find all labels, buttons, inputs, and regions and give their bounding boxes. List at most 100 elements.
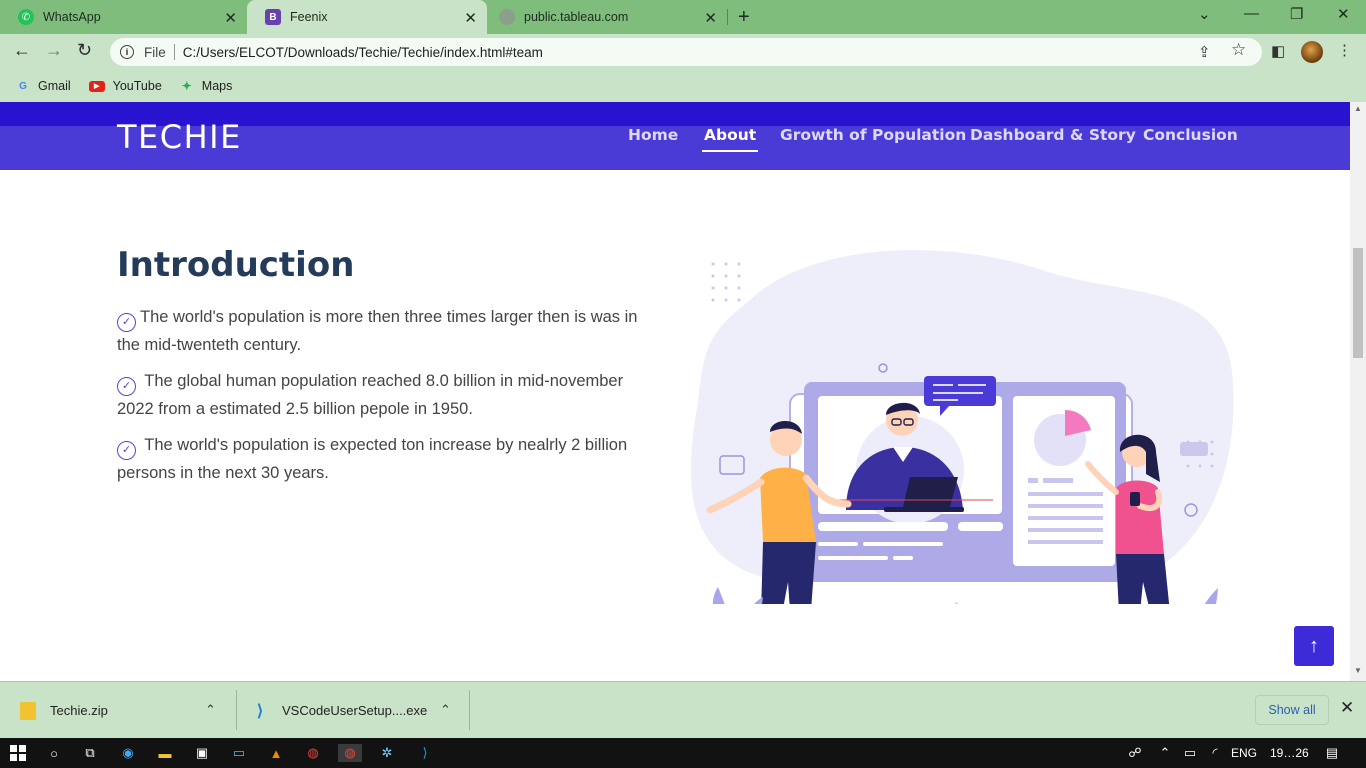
download-shelf: Techie.zip ⌃ ⟩ VSCodeUserSetup....exe ⌃ … (0, 681, 1366, 738)
nav-conclusion[interactable]: Conclusion (1143, 126, 1238, 144)
snipping-tool-icon[interactable]: ✲ (378, 744, 396, 762)
bookmark-label: Maps (201, 79, 233, 93)
minimize-icon[interactable]: — (1244, 5, 1259, 22)
close-icon[interactable]: ✕ (704, 9, 717, 27)
tab-feenix[interactable]: B Feenix ✕ (247, 0, 487, 34)
monitor-app-icon[interactable]: ▭ (230, 744, 248, 762)
download-item[interactable]: Techie.zip ⌃ (20, 682, 234, 739)
arrow-up-icon: ↑ (1309, 634, 1319, 657)
section-title: Introduction (117, 245, 355, 285)
bookmark-youtube[interactable]: ▶ YouTube (88, 79, 162, 93)
avatar[interactable] (1301, 41, 1323, 63)
taskbar: ○ ⧉ ◉ ▬ ▣ ▭ ▲ ◍ ◍ ✲ ⟩ ☍ ⌃ ▭ ◜ ENG 19…26 … (0, 738, 1366, 768)
chevron-up-icon[interactable]: ⌃ (1156, 744, 1174, 762)
google-icon: G (19, 80, 27, 92)
bootstrap-icon: B (265, 9, 281, 25)
intro-point-text: The world's population is expected ton i… (117, 436, 628, 482)
bookmark-maps[interactable]: ✦ Maps (180, 79, 233, 93)
site-info-icon[interactable]: i (120, 45, 134, 59)
intro-point: ✓ The global human population reached 8.… (117, 368, 662, 422)
download-filename: Techie.zip (50, 703, 108, 718)
scrollbar-thumb[interactable] (1353, 248, 1363, 358)
tab-divider (727, 9, 728, 25)
site-logo[interactable]: TECHIE (117, 118, 242, 156)
clock[interactable]: 19…26 (1270, 746, 1309, 760)
whatsapp-icon: ✆ (18, 9, 34, 25)
close-icon[interactable]: ✕ (464, 9, 477, 27)
page-scrollbar[interactable]: ▲ ▼ (1350, 102, 1366, 681)
reload-icon[interactable]: ↻ (77, 40, 92, 61)
site-navbar: TECHIE Home About Growth of Population D… (0, 102, 1350, 170)
side-panel-icon[interactable]: ◧ (1271, 42, 1285, 60)
menu-icon[interactable]: ⋮ (1337, 41, 1352, 59)
scroll-up-icon[interactable]: ▲ (1354, 104, 1362, 113)
browser-toolbar: ← → ↻ i File C:/Users/ELCOT/Downloads/Te… (0, 34, 1366, 70)
download-filename: VSCodeUserSetup....exe (282, 703, 428, 718)
tab-title: Feenix (290, 10, 328, 24)
edge-icon[interactable]: ◉ (119, 744, 137, 762)
back-icon[interactable]: ← (13, 40, 31, 61)
share-icon[interactable]: ⇪ (1198, 43, 1211, 61)
tab-title: WhatsApp (43, 10, 101, 24)
check-circle-icon: ✓ (117, 440, 136, 460)
globe-icon (499, 9, 515, 25)
scroll-down-icon[interactable]: ▼ (1354, 666, 1362, 675)
maps-icon: ✦ (181, 79, 192, 93)
tab-search-icon[interactable]: ⌄ (1198, 5, 1211, 23)
search-icon[interactable]: ○ (45, 744, 63, 762)
check-circle-icon: ✓ (117, 312, 136, 332)
restore-icon[interactable]: ❐ (1290, 5, 1303, 23)
tab-tableau[interactable]: public.tableau.com ✕ (487, 0, 727, 34)
window-close-icon[interactable]: ✕ (1337, 5, 1350, 23)
people-icon[interactable]: ☍ (1126, 744, 1144, 762)
forward-icon[interactable]: → (45, 40, 63, 61)
zip-file-icon (20, 701, 36, 720)
bookmark-label: Gmail (38, 79, 71, 93)
intro-point-text: The world's population is more then thre… (117, 308, 638, 354)
intro-point: ✓ The world's population is more then thr… (117, 304, 662, 358)
nav-about[interactable]: About (701, 126, 759, 152)
notifications-icon[interactable]: ▤ (1323, 744, 1341, 762)
tab-whatsapp[interactable]: ✆ WhatsApp ✕ (0, 0, 247, 34)
nav-dashboard-story[interactable]: Dashboard & Story (970, 126, 1136, 144)
windows-start-icon[interactable] (9, 744, 27, 762)
bookmark-gmail[interactable]: G Gmail (16, 79, 71, 93)
vscode-icon[interactable]: ⟩ (416, 744, 434, 762)
download-item[interactable]: ⟩ VSCodeUserSetup....exe ⌃ (252, 682, 466, 739)
wifi-icon[interactable]: ◜ (1206, 744, 1224, 762)
back-to-top-button[interactable]: ↑ (1294, 626, 1334, 666)
divider (236, 690, 237, 730)
bookmark-label: YouTube (112, 79, 162, 93)
chevron-up-icon[interactable]: ⌃ (205, 702, 216, 718)
vscode-icon: ⟩ (256, 702, 264, 720)
video-meeting-illustration (690, 250, 1234, 604)
chevron-up-icon[interactable]: ⌃ (440, 702, 451, 718)
nav-home[interactable]: Home (628, 126, 678, 144)
youtube-icon: ▶ (88, 80, 105, 92)
new-tab-icon[interactable]: + (738, 6, 750, 29)
bookmark-star-icon[interactable]: ☆ (1231, 40, 1246, 60)
show-all-button[interactable]: Show all (1255, 695, 1329, 725)
bookmarks-bar: G Gmail ▶ YouTube ✦ Maps (0, 70, 1366, 102)
store-icon[interactable]: ▣ (193, 744, 211, 762)
chrome-icon[interactable]: ◍ (304, 744, 322, 762)
tab-strip: ✆ WhatsApp ✕ B Feenix ✕ public.tableau.c… (0, 0, 1366, 34)
file-explorer-icon[interactable]: ▬ (156, 744, 174, 762)
url-text[interactable]: C:/Users/ELCOT/Downloads/Techie/Techie/i… (183, 45, 543, 60)
divider (173, 44, 175, 60)
vlc-icon[interactable]: ▲ (267, 744, 285, 762)
battery-icon[interactable]: ▭ (1181, 744, 1199, 762)
check-circle-icon: ✓ (117, 376, 136, 396)
chrome-active-icon[interactable]: ◍ (338, 744, 362, 762)
close-icon[interactable]: ✕ (1340, 698, 1354, 718)
tab-title: public.tableau.com (524, 10, 629, 24)
address-bar[interactable]: i File C:/Users/ELCOT/Downloads/Techie/T… (110, 38, 1262, 66)
nav-growth-of-population[interactable]: Growth of Population (780, 126, 966, 144)
intro-point: ✓ The world's population is expected ton… (117, 432, 662, 486)
url-scheme: File (144, 44, 166, 60)
intro-point-text: The global human population reached 8.0 … (117, 372, 624, 418)
task-view-icon[interactable]: ⧉ (81, 744, 99, 762)
language-indicator[interactable]: ENG (1231, 746, 1257, 760)
web-page: TECHIE Home About Growth of Population D… (0, 102, 1350, 681)
close-icon[interactable]: ✕ (224, 9, 237, 27)
